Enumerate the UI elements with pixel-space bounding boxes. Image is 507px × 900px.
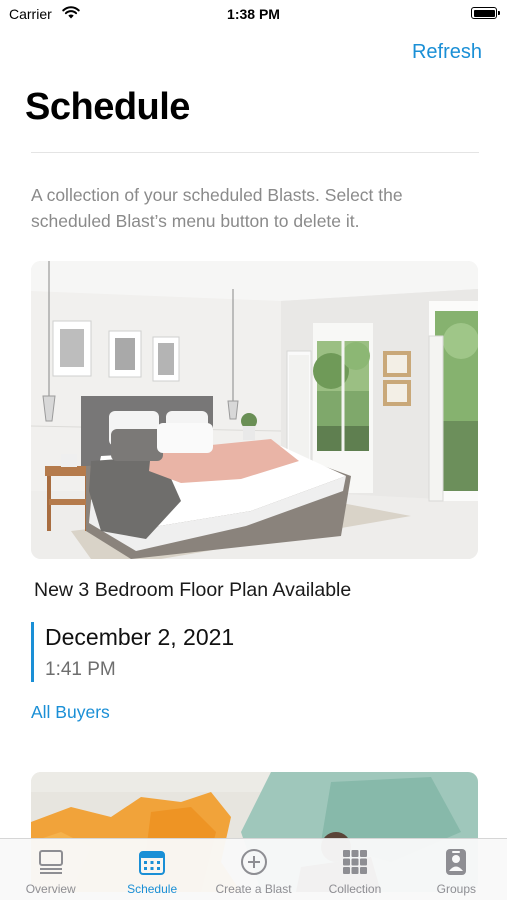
groups-icon	[446, 849, 467, 875]
bedroom-photo	[31, 261, 478, 559]
title-divider	[31, 152, 479, 153]
page-description: A collection of your scheduled Blasts. S…	[31, 185, 403, 231]
tab-groups[interactable]: Groups	[406, 839, 507, 900]
tab-label: Collection	[328, 882, 382, 896]
blast-audience-link[interactable]: All Buyers	[31, 702, 110, 723]
tab-label: Groups	[436, 882, 476, 896]
tab-label: Create a Blast	[215, 882, 292, 896]
blast-date: December 2, 2021	[45, 624, 235, 650]
blast-title: New 3 Bedroom Floor Plan Available	[34, 579, 352, 601]
refresh-button[interactable]: Refresh	[412, 41, 482, 64]
tab-bar: Overview Schedule Create a Blast Collect…	[0, 838, 507, 900]
plus-circle-icon	[240, 849, 267, 875]
status-time: 1:38 PM	[227, 6, 280, 22]
blast-schedule-block: December 2, 2021 1:41 PM	[31, 622, 234, 682]
tab-label: Overview	[25, 882, 76, 896]
blast-image-bedroom[interactable]	[31, 261, 478, 559]
blast-time: 1:41 PM	[45, 659, 116, 680]
tab-overview[interactable]: Overview	[0, 839, 101, 900]
tab-create-blast[interactable]: Create a Blast	[203, 839, 304, 900]
overview-icon	[38, 850, 63, 874]
battery-icon	[471, 7, 500, 19]
tab-schedule[interactable]: Schedule	[101, 839, 202, 900]
grid-icon	[342, 850, 367, 874]
status-bar: Carrier 1:38 PM	[0, 0, 507, 30]
tab-collection[interactable]: Collection	[304, 839, 405, 900]
page-title: Schedule	[25, 86, 190, 128]
tab-label: Schedule	[127, 882, 178, 896]
calendar-icon	[139, 851, 166, 875]
